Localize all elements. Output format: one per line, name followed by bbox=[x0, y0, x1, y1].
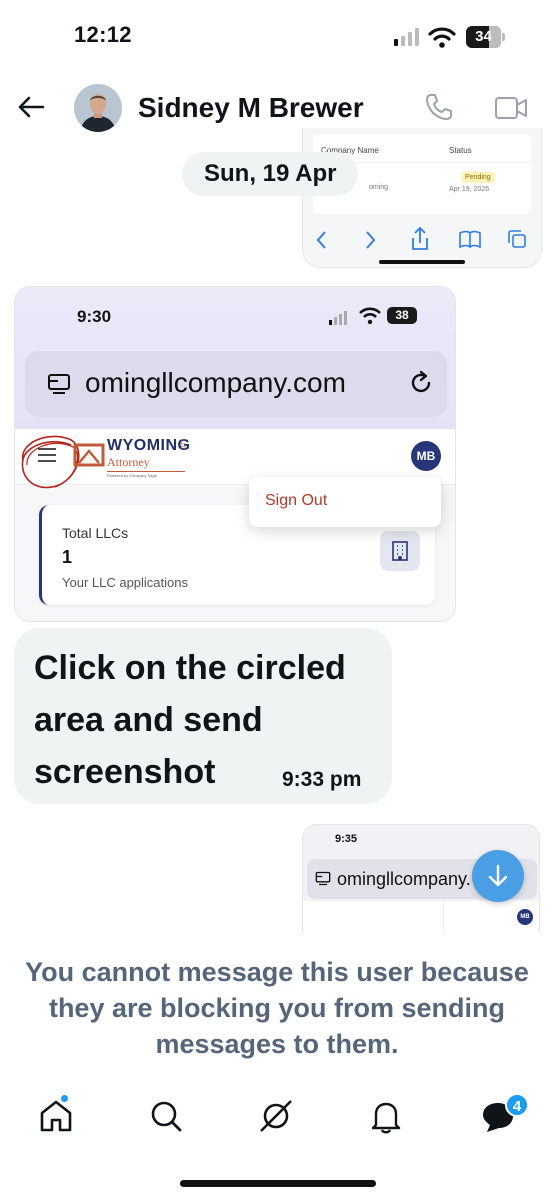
arrow-down-icon bbox=[488, 864, 508, 887]
avatar[interactable] bbox=[74, 84, 122, 132]
sign-out-menu-item: Sign Out bbox=[265, 492, 328, 509]
inner-status-time: 9:30 bbox=[77, 307, 112, 326]
message-bubble[interactable]: Click on the circled area and send scree… bbox=[14, 628, 392, 804]
card-subtitle: Your LLC applications bbox=[62, 575, 188, 590]
date-separator: Sun, 19 Apr bbox=[182, 152, 359, 196]
reload-icon bbox=[411, 370, 431, 393]
logo-llc: LLC bbox=[179, 439, 185, 451]
conversation-title[interactable]: Sidney M Brewer bbox=[138, 92, 364, 124]
company-name-cell: oming bbox=[369, 184, 389, 191]
notifications-bell-icon[interactable] bbox=[368, 1098, 404, 1134]
screenshot-attachment-2[interactable]: 9:30 38 omingllcompany.com WYOMING LLC A… bbox=[14, 286, 456, 622]
inner-wifi-icon bbox=[359, 307, 381, 325]
back-arrow-icon[interactable] bbox=[16, 92, 46, 122]
card-value: 1 bbox=[62, 547, 73, 567]
blocked-notice: You cannot message this user because the… bbox=[25, 957, 529, 1059]
status-badge: Pending bbox=[461, 172, 495, 183]
battery-icon: 34 bbox=[466, 26, 506, 48]
phone-icon[interactable] bbox=[424, 92, 454, 122]
user-avatar-badge-3: MB bbox=[517, 909, 533, 925]
scroll-to-bottom-button[interactable] bbox=[472, 850, 524, 902]
inner-battery: 38 bbox=[387, 307, 417, 324]
logo-subtitle: Attorney bbox=[107, 455, 150, 469]
cellular-signal-icon bbox=[394, 28, 419, 46]
search-icon[interactable] bbox=[148, 1098, 184, 1134]
inner-signal-icon bbox=[329, 311, 347, 325]
battery-level: 34 bbox=[475, 28, 492, 45]
url-text: omingllcompany.com bbox=[85, 367, 346, 398]
screenshot-attachment-1[interactable]: Company Name Status oming Pending Apr 19… bbox=[302, 128, 542, 268]
user-avatar-badge: MB bbox=[411, 441, 441, 471]
home-indicator bbox=[180, 1180, 376, 1187]
url-text-3: omingllcompany. bbox=[337, 869, 471, 889]
bottom-navigation bbox=[0, 1088, 554, 1148]
inner-status-time-3: 9:35 bbox=[335, 833, 358, 845]
grok-icon[interactable] bbox=[258, 1098, 294, 1134]
wifi-icon bbox=[428, 27, 456, 48]
logo-title: WYOMING bbox=[107, 437, 191, 454]
card-title: Total LLCs bbox=[62, 525, 129, 541]
home-icon[interactable] bbox=[38, 1098, 74, 1134]
tabs-icon bbox=[315, 871, 331, 886]
messages-badge: 4 bbox=[505, 1093, 529, 1117]
home-notification-dot bbox=[60, 1094, 69, 1103]
status-date: Apr 19, 2026 bbox=[449, 186, 490, 193]
url-bar: omingllcompany.com bbox=[25, 351, 447, 417]
tabs-icon bbox=[48, 374, 70, 394]
message-timestamp: 9:33 pm bbox=[282, 768, 362, 791]
building-icon bbox=[380, 531, 420, 571]
column-header-status: Status bbox=[449, 146, 472, 155]
status-time: 12:12 bbox=[74, 22, 132, 47]
logo-powered-by: Powered by Company Sage bbox=[107, 473, 157, 478]
video-call-icon[interactable] bbox=[494, 94, 528, 122]
wyoming-logo-icon bbox=[73, 443, 105, 467]
account-dropdown: Sign Out bbox=[249, 477, 441, 527]
